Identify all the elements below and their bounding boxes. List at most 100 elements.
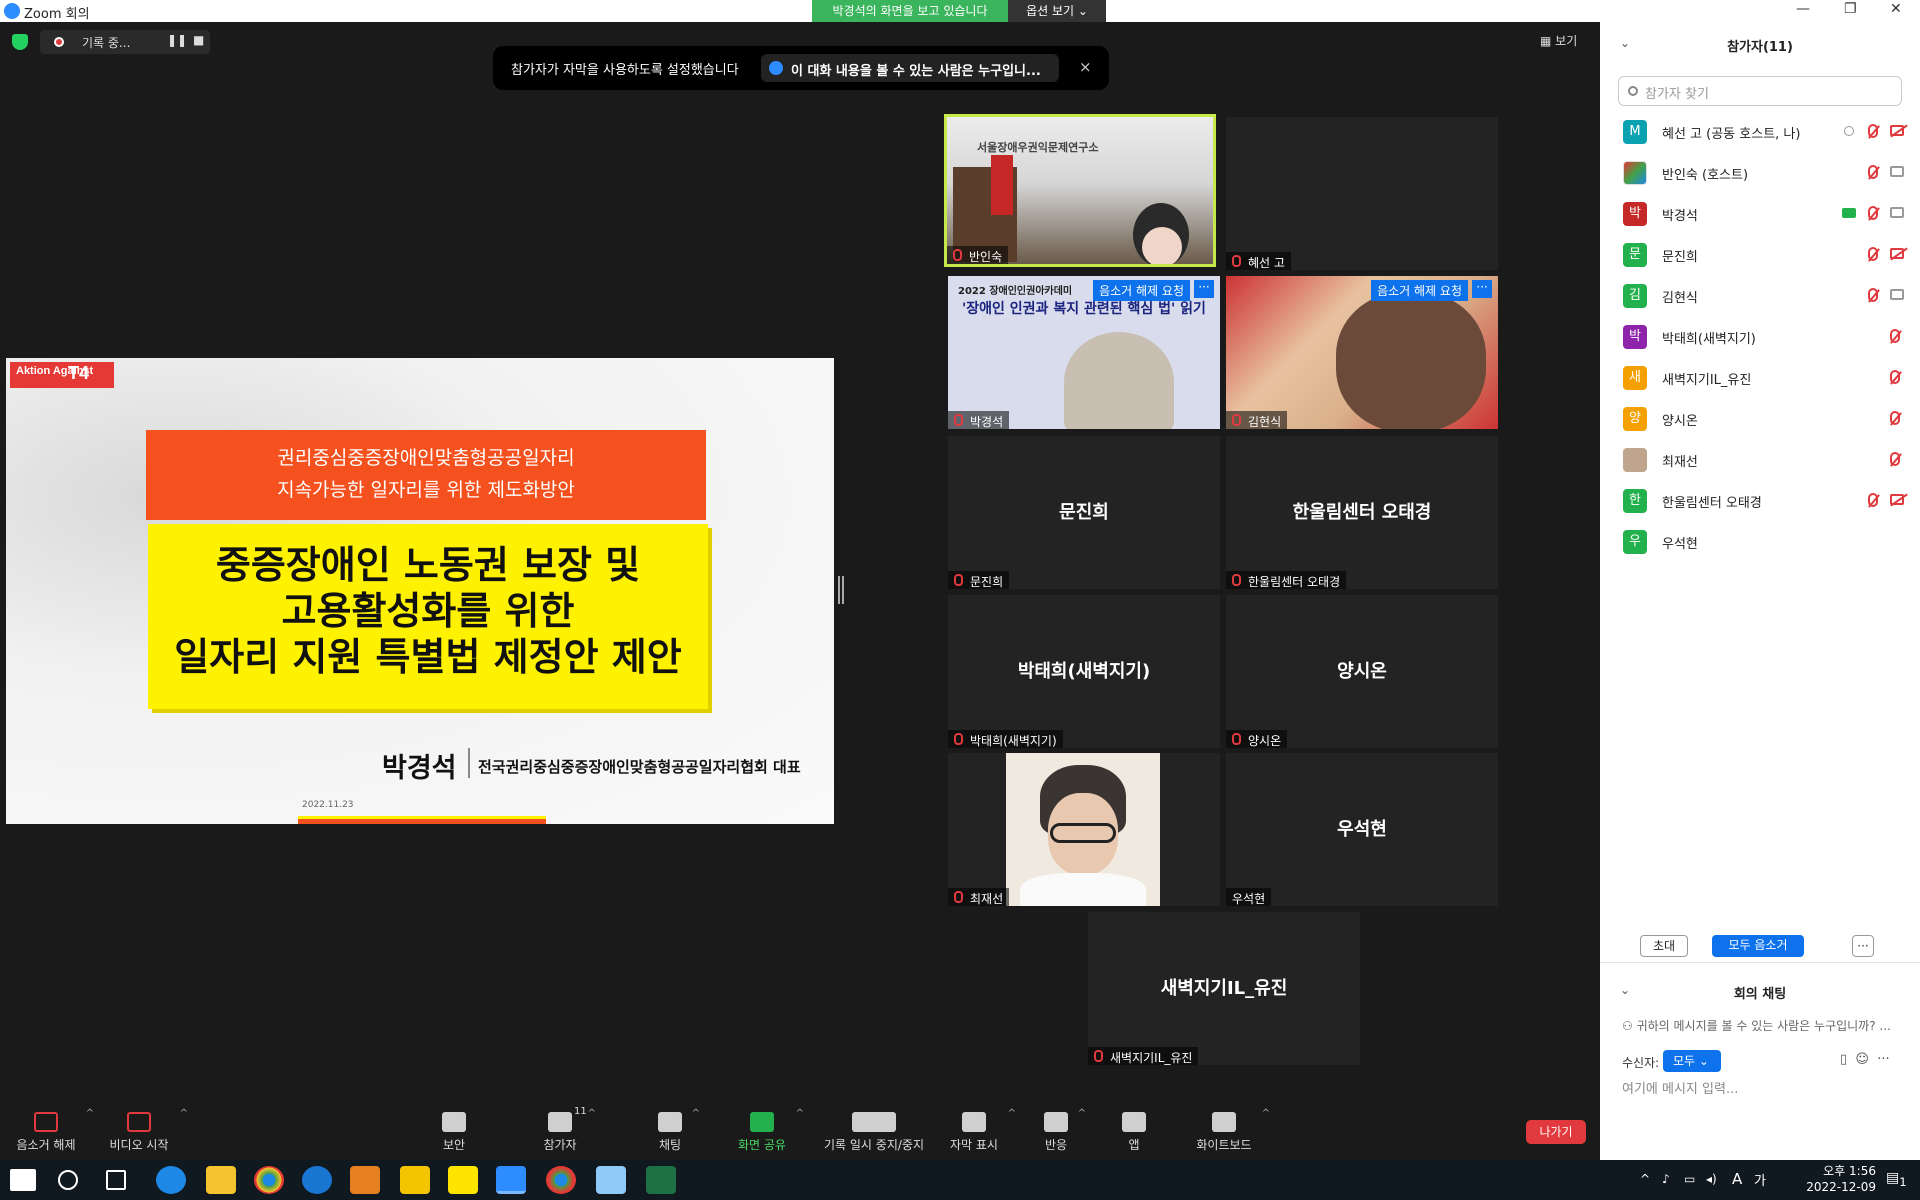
- caret-up-icon[interactable]: ^: [796, 1108, 804, 1119]
- caret-up-icon[interactable]: ^: [180, 1108, 188, 1119]
- pause-recording-icon[interactable]: ❚❚: [167, 33, 187, 47]
- close-window-icon[interactable]: ✕: [1890, 1, 1902, 17]
- security-button[interactable]: 보안: [438, 1102, 470, 1160]
- restore-icon[interactable]: ❐: [1844, 1, 1857, 17]
- participant-item[interactable]: M 혜선 고 (공동 호스트, 나): [1600, 112, 1920, 152]
- video-tile-yujin[interactable]: 새벽지기IL_유진 새벽지기IL_유진: [1088, 912, 1360, 1065]
- close-caption-notice-icon[interactable]: ×: [1079, 58, 1092, 76]
- video-tile-taehee[interactable]: 박태희(새벽지기) 박태희(새벽지기): [948, 595, 1220, 748]
- sticky-notes-icon[interactable]: [400, 1166, 430, 1194]
- video-off-icon[interactable]: [1890, 248, 1904, 259]
- windows-start-icon[interactable]: [10, 1169, 36, 1191]
- view-options-button[interactable]: 옵션 보기 ⌄: [1008, 0, 1106, 22]
- muted-mic-icon[interactable]: [1868, 247, 1878, 261]
- pause-stop-recording-button[interactable]: 기록 일시 중지/중지: [816, 1102, 932, 1160]
- video-tile-gyeongseok[interactable]: 2022 장애인인권아카데미 '장애인 인권과 복지 관련된 핵심 법' 읽기 …: [948, 276, 1220, 429]
- internet-explorer-icon[interactable]: [302, 1166, 332, 1194]
- muted-mic-icon[interactable]: [1890, 452, 1900, 466]
- participant-item[interactable]: 새 새벽지기IL_유진: [1600, 358, 1920, 398]
- chrome-icon[interactable]: [254, 1166, 284, 1194]
- caret-up-icon[interactable]: ^: [1262, 1108, 1270, 1119]
- view-button[interactable]: ▦ 보기: [1540, 32, 1577, 49]
- caret-up-icon[interactable]: ^: [588, 1108, 596, 1119]
- file-icon[interactable]: ▯: [1840, 1052, 1847, 1067]
- tile-more-button[interactable]: ···: [1194, 280, 1214, 298]
- edge-icon[interactable]: [156, 1166, 186, 1194]
- caret-up-icon[interactable]: ^: [692, 1108, 700, 1119]
- muted-mic-icon[interactable]: [1868, 124, 1878, 138]
- participant-item[interactable]: 반인숙 (호스트): [1600, 153, 1920, 193]
- video-tile-taegyeong[interactable]: 한울림센터 오태경 한울림센터 오태경: [1226, 436, 1498, 589]
- chat-message-input[interactable]: 여기에 메시지 입력...: [1622, 1078, 1738, 1097]
- whiteboard-button[interactable]: 화이트보드 ^: [1192, 1102, 1270, 1160]
- chat-button[interactable]: 채팅 ^: [654, 1102, 700, 1160]
- invite-button[interactable]: 초대: [1640, 935, 1688, 957]
- muted-mic-icon[interactable]: [1890, 370, 1900, 384]
- leave-button[interactable]: 나가기: [1526, 1120, 1586, 1144]
- chat-visibility-info[interactable]: ⚇ 귀하의 메시지를 볼 수 있는 사람은 누구입니까? ...: [1622, 1017, 1891, 1034]
- video-tile-hyeonsik[interactable]: 음소거 해제 요청 ··· 김현식: [1226, 276, 1498, 429]
- zoom-icon[interactable]: [496, 1166, 526, 1194]
- volume-icon[interactable]: ◂): [1706, 1172, 1717, 1186]
- unmute-request-badge[interactable]: 음소거 해제 요청: [1093, 280, 1190, 301]
- microphone-icon[interactable]: ♪: [1662, 1172, 1670, 1186]
- excel-icon[interactable]: [646, 1166, 676, 1194]
- participant-item[interactable]: 양 양시온: [1600, 399, 1920, 439]
- encryption-shield-icon[interactable]: [12, 34, 28, 50]
- muted-mic-icon[interactable]: [1890, 411, 1900, 425]
- apps-button[interactable]: 앱: [1120, 1102, 1148, 1160]
- search-icon[interactable]: [58, 1170, 78, 1190]
- chrome-profile-icon[interactable]: [546, 1166, 576, 1194]
- notepad-icon[interactable]: [596, 1166, 626, 1194]
- video-off-icon[interactable]: [1890, 125, 1904, 136]
- muted-mic-icon[interactable]: [1890, 329, 1900, 343]
- captions-button[interactable]: 자막 표시 ^: [946, 1102, 1016, 1160]
- participant-item[interactable]: 박 박경석: [1600, 194, 1920, 234]
- split-view-handle[interactable]: [838, 576, 844, 604]
- participants-more-button[interactable]: ···: [1852, 935, 1874, 957]
- chat-more-icon[interactable]: ···: [1877, 1052, 1889, 1067]
- task-view-icon[interactable]: [106, 1170, 126, 1190]
- video-tile-jinhee[interactable]: 문진희 문진희: [948, 436, 1220, 589]
- tray-expand-icon[interactable]: ^: [1640, 1172, 1650, 1186]
- muted-mic-icon[interactable]: [1868, 165, 1878, 179]
- participant-item[interactable]: 문 문진희: [1600, 235, 1920, 275]
- video-tile-hyeseon[interactable]: M 혜선 고: [1226, 117, 1498, 270]
- video-on-icon[interactable]: [1890, 289, 1904, 300]
- notification-icon[interactable]: ▤1: [1886, 1170, 1907, 1189]
- share-screen-button[interactable]: 화면 공유 ^: [734, 1102, 804, 1160]
- video-tile-seokhyeon[interactable]: 우석현 우석현: [1226, 753, 1498, 906]
- participant-item[interactable]: 박 박태희(새벽지기): [1600, 317, 1920, 357]
- video-on-icon[interactable]: [1890, 207, 1904, 218]
- caption-visibility-button[interactable]: 이 대화 내용을 볼 수 있는 사람은 누구입니...: [761, 54, 1059, 82]
- caret-up-icon[interactable]: ^: [86, 1108, 94, 1119]
- caret-up-icon[interactable]: ^: [1078, 1108, 1086, 1119]
- stop-recording-icon[interactable]: ■: [193, 33, 204, 47]
- video-tile-bannsuk[interactable]: 서울장애우권익문제연구소 반인숙: [944, 114, 1216, 267]
- start-video-button[interactable]: 비디오 시작 ^: [104, 1102, 188, 1160]
- unmute-button[interactable]: 음소거 해제 ^: [12, 1102, 94, 1160]
- emoji-icon[interactable]: ☺: [1855, 1052, 1869, 1067]
- participant-item[interactable]: 김 김현식: [1600, 276, 1920, 316]
- recipient-dropdown[interactable]: 모두 ⌄: [1663, 1050, 1721, 1072]
- network-icon[interactable]: ▭: [1684, 1172, 1695, 1186]
- video-tile-sion[interactable]: 양시온 양시온: [1226, 595, 1498, 748]
- file-explorer-icon[interactable]: [206, 1166, 236, 1194]
- ime-mode[interactable]: A: [1732, 1170, 1742, 1188]
- participant-item[interactable]: 우 우석현: [1600, 522, 1920, 562]
- muted-mic-icon[interactable]: [1868, 493, 1878, 507]
- video-on-icon[interactable]: [1890, 166, 1904, 177]
- video-off-icon[interactable]: [1890, 494, 1904, 505]
- tile-more-button[interactable]: ···: [1472, 280, 1492, 298]
- muted-mic-icon[interactable]: [1868, 206, 1878, 220]
- participant-item[interactable]: 한 한울림센터 오태경: [1600, 481, 1920, 521]
- participants-button[interactable]: 참가자 11 ^: [538, 1102, 596, 1160]
- muted-mic-icon[interactable]: [1868, 288, 1878, 302]
- reactions-button[interactable]: 반응 ^: [1040, 1102, 1086, 1160]
- unmute-request-badge[interactable]: 음소거 해제 요청: [1371, 280, 1468, 301]
- kakaotalk-icon[interactable]: [448, 1166, 478, 1194]
- mute-all-button[interactable]: 모두 음소거: [1712, 935, 1804, 957]
- caret-up-icon[interactable]: ^: [1008, 1108, 1016, 1119]
- telegram-icon[interactable]: [350, 1166, 380, 1194]
- minimize-icon[interactable]: —: [1796, 1, 1810, 17]
